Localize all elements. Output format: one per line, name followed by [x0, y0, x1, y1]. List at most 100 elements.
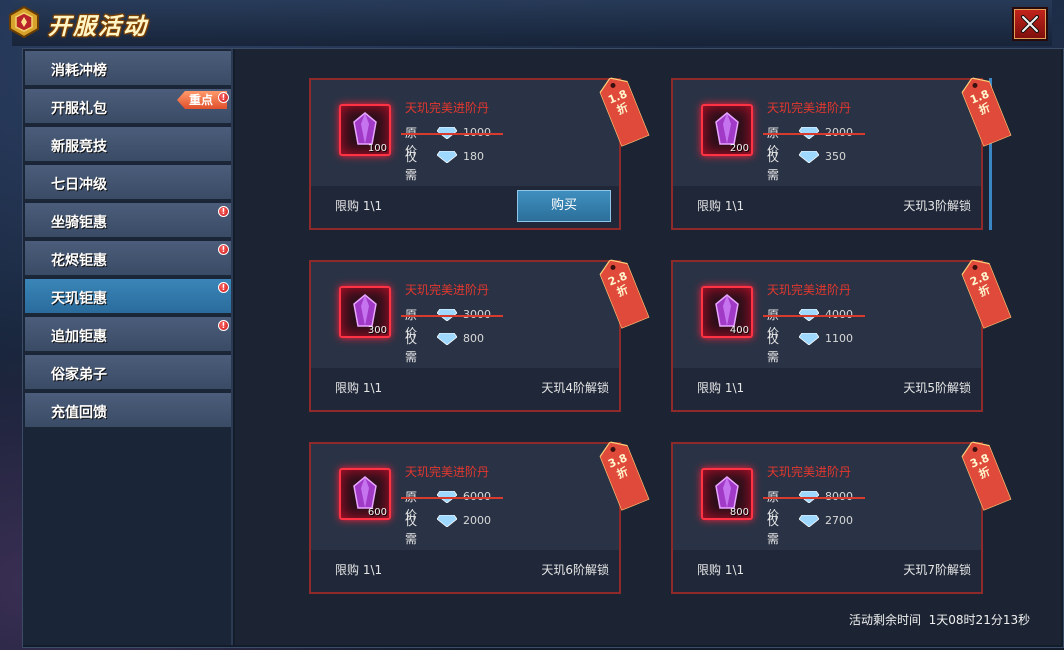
item-slot[interactable]: 100	[339, 104, 391, 156]
strikethrough	[763, 315, 865, 317]
deal-card: 800 天玑完美进阶丹 原价 8000 仅需 2700 限购 1\1 天玑7阶解…	[671, 441, 1012, 594]
sidebar-item-label: 七日冲级	[51, 177, 107, 193]
sidebar-item-label: 充值回馈	[51, 405, 107, 421]
discount-price-value: 800	[463, 332, 484, 345]
sidebar-item-lay-disciple[interactable]: 俗家弟子	[25, 355, 231, 391]
item-slot[interactable]: 400	[701, 286, 753, 338]
sidebar-item-label: 俗家弟子	[51, 367, 107, 383]
discount-price-label: 仅需	[405, 514, 418, 546]
item-name: 天玑完美进阶丹	[405, 101, 490, 115]
sidebar-item-recharge-reward[interactable]: 充值回馈	[25, 393, 231, 429]
item-quantity: 200	[729, 143, 749, 154]
deal-card: 300 天玑完美进阶丹 原价 3000 仅需 800 限购 1\1 天玑4阶解锁	[309, 259, 650, 412]
item-quantity: 300	[367, 325, 387, 336]
discount-tag: 2.8折	[596, 254, 650, 329]
discount-price-label: 仅需	[405, 332, 418, 364]
discount-tag: 3.8折	[958, 436, 1012, 511]
item-name: 天玑完美进阶丹	[405, 465, 490, 479]
sidebar-item-flower-deal[interactable]: 花烬钜惠 !	[25, 241, 231, 277]
discount-tag: 3.8折	[596, 436, 650, 511]
purchase-limit: 限购 1\1	[335, 381, 383, 395]
item-name: 天玑完美进阶丹	[767, 283, 852, 297]
discount-price-label: 仅需	[767, 150, 780, 182]
notification-dot-icon: !	[218, 206, 229, 217]
item-quantity: 400	[729, 325, 749, 336]
diamond-icon	[437, 333, 457, 345]
sidebar-item-label: 追加钜惠	[51, 329, 107, 345]
notification-dot-icon: !	[218, 320, 229, 331]
item-slot[interactable]: 200	[701, 104, 753, 156]
window-title: 开服活动	[48, 14, 148, 40]
strikethrough	[401, 497, 503, 499]
unlock-requirement: 天玑3阶解锁	[903, 199, 971, 213]
item-slot[interactable]: 600	[339, 468, 391, 520]
diamond-icon	[799, 515, 819, 527]
unlock-requirement: 天玑6阶解锁	[541, 563, 609, 577]
unlock-requirement: 天玑7阶解锁	[903, 563, 971, 577]
discount-tag: 1.8折	[958, 72, 1012, 147]
purchase-limit: 限购 1\1	[697, 381, 745, 395]
sidebar-item-new-server-arena[interactable]: 新服竞技	[25, 127, 231, 163]
sidebar-item-mount-deal[interactable]: 坐骑钜惠 !	[25, 203, 231, 239]
strikethrough	[401, 133, 503, 135]
notification-dot-icon: !	[218, 244, 229, 255]
deal-card: 600 天玑完美进阶丹 原价 6000 仅需 2000 限购 1\1 天玑6阶解…	[309, 441, 650, 594]
sidebar: 消耗冲榜 开服礼包 重点 ! 新服竞技 七日冲级 坐骑钜惠 ! 花烬钜惠 ! 天…	[23, 49, 233, 645]
discount-price-value: 2700	[825, 514, 853, 527]
crown-badge-icon	[6, 4, 42, 40]
sidebar-item-label: 天玑钜惠	[51, 291, 107, 307]
sidebar-item-label: 消耗冲榜	[51, 63, 107, 79]
sidebar-item-label: 坐骑钜惠	[51, 215, 107, 231]
sidebar-item-label: 开服礼包	[51, 101, 107, 117]
discount-price-value: 1100	[825, 332, 853, 345]
discount-price-label: 仅需	[767, 514, 780, 546]
discount-price-value: 180	[463, 150, 484, 163]
diamond-icon	[799, 333, 819, 345]
close-button[interactable]	[1012, 7, 1048, 41]
strikethrough	[763, 133, 865, 135]
diamond-icon	[437, 151, 457, 163]
buy-button[interactable]: 购买	[517, 190, 611, 222]
deal-list: 100 天玑完美进阶丹 原价 1000 仅需 180 限购 1\1 购买	[235, 49, 1061, 645]
title-bar: 开服活动	[9, 0, 1052, 46]
main-panel: 消耗冲榜 开服礼包 重点 ! 新服竞技 七日冲级 坐骑钜惠 ! 花烬钜惠 ! 天…	[22, 48, 1064, 648]
discount-price-value: 350	[825, 150, 846, 163]
sidebar-item-tianji-deal[interactable]: 天玑钜惠 !	[25, 279, 231, 315]
item-name: 天玑完美进阶丹	[767, 465, 852, 479]
timer-label: 活动剩余时间	[849, 613, 922, 627]
discount-price-label: 仅需	[405, 150, 418, 182]
unlock-requirement: 天玑4阶解锁	[541, 381, 609, 395]
strikethrough	[401, 315, 503, 317]
diamond-icon	[437, 515, 457, 527]
deal-card: 200 天玑完美进阶丹 原价 2000 仅需 350 限购 1\1 天玑3阶解锁	[671, 77, 1012, 230]
item-slot[interactable]: 800	[701, 468, 753, 520]
purchase-limit: 限购 1\1	[335, 199, 383, 213]
unlock-requirement: 天玑5阶解锁	[903, 381, 971, 395]
sidebar-item-open-gift[interactable]: 开服礼包 重点 !	[25, 89, 231, 125]
discount-tag: 2.8折	[958, 254, 1012, 329]
close-icon	[1021, 15, 1039, 33]
diamond-icon	[799, 151, 819, 163]
discount-price-value: 2000	[463, 514, 491, 527]
activity-window: 开服活动 消耗冲榜 开服礼包 重点 ! 新服竞技 七日冲级 坐骑钜惠 ! 花烬钜…	[9, 0, 1064, 648]
timer-value: 1天08时21分13秒	[928, 613, 1031, 627]
item-quantity: 800	[729, 507, 749, 518]
item-name: 天玑完美进阶丹	[405, 283, 490, 297]
sidebar-item-seven-day-level[interactable]: 七日冲级	[25, 165, 231, 201]
strikethrough	[763, 497, 865, 499]
deal-card: 100 天玑完美进阶丹 原价 1000 仅需 180 限购 1\1 购买	[309, 77, 650, 230]
sidebar-item-extra-deal[interactable]: 追加钜惠 !	[25, 317, 231, 353]
discount-price-label: 仅需	[767, 332, 780, 364]
sidebar-item-consume-rank[interactable]: 消耗冲榜	[25, 51, 231, 87]
purchase-limit: 限购 1\1	[697, 199, 745, 213]
purchase-limit: 限购 1\1	[335, 563, 383, 577]
activity-timer: 活动剩余时间 1天08时21分13秒	[849, 611, 1030, 628]
purchase-limit: 限购 1\1	[697, 563, 745, 577]
notification-dot-icon: !	[218, 92, 229, 103]
discount-tag: 1.8折	[596, 72, 650, 147]
sidebar-item-label: 花烬钜惠	[51, 253, 107, 269]
deal-card: 400 天玑完美进阶丹 原价 4000 仅需 1100 限购 1\1 天玑5阶解…	[671, 259, 1012, 412]
notification-dot-icon: !	[218, 282, 229, 293]
sidebar-item-label: 新服竞技	[51, 139, 107, 155]
item-slot[interactable]: 300	[339, 286, 391, 338]
